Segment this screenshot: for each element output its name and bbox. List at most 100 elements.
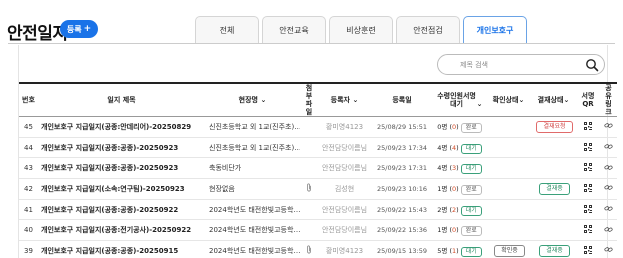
row-title[interactable]: 개인보호구 지급일지(공종:공종)-20250923 <box>38 157 205 180</box>
row-qr[interactable] <box>576 240 600 258</box>
row-count-value: 4명 <box>437 164 448 173</box>
row-title[interactable]: 개인보호구 지급일지(공종:안데리어)-20250829 <box>38 116 205 138</box>
row-qr[interactable] <box>576 137 600 159</box>
row-qr[interactable] <box>576 157 600 180</box>
row-count: 0명 (0) 완료 <box>433 116 486 138</box>
col-share-label: 공유링크 <box>605 84 612 116</box>
search-placeholder: 제목 검색 <box>460 61 488 69</box>
col-approval-label: 결재상태 <box>537 96 564 104</box>
row-share[interactable] <box>600 199 617 221</box>
row-registrant: 안전담당이름님 <box>318 219 371 242</box>
search-icon[interactable] <box>585 58 599 72</box>
col-attach: 첨부파일 <box>300 82 318 117</box>
row-share[interactable] <box>600 178 617 200</box>
row-qr[interactable] <box>576 199 600 221</box>
link-icon[interactable] <box>604 164 613 171</box>
row-wait-count: 0 <box>452 184 457 193</box>
link-icon[interactable] <box>604 184 613 191</box>
table-row[interactable]: 42 개인보호구 지급일지(소속:연구팀)-20250923 현장없음 김성현 25/0… <box>19 178 617 200</box>
tab-safety-inspection[interactable]: 안전점검 <box>396 16 460 43</box>
row-place: 2024학년도 태전한빛고등학… <box>205 240 300 258</box>
row-wait-count: 3 <box>452 164 457 173</box>
table-row[interactable]: 45 개인보호구 지급일지(공종:안데리어)-20250829 신진초등학교 외 1… <box>19 116 617 138</box>
link-icon[interactable] <box>604 122 613 129</box>
col-attach-label: 첨부파일 <box>305 84 313 116</box>
row-count: 5명 (1) 대기 <box>433 240 486 258</box>
tab-emergency-drill[interactable]: 비상훈련 <box>329 16 393 43</box>
row-share[interactable] <box>600 157 617 180</box>
search-input[interactable]: 제목 검색 <box>437 54 605 75</box>
row-approval: 결재중 <box>531 178 576 200</box>
table-row[interactable]: 44 개인보호구 지급일지(공종:공종)-20250923 신진초등학교 외 1교(… <box>19 137 617 159</box>
qr-code-icon[interactable] <box>584 142 592 151</box>
qr-code-icon[interactable] <box>584 121 592 130</box>
paperclip-icon[interactable] <box>306 183 312 192</box>
row-title[interactable]: 개인보호구 지급일지(소속:연구팀)-20250923 <box>38 178 205 200</box>
qr-code-icon[interactable] <box>584 204 592 213</box>
row-share[interactable] <box>600 219 617 242</box>
qr-code-icon[interactable] <box>584 225 592 234</box>
qr-code-icon[interactable] <box>584 245 592 254</box>
qr-code-icon[interactable] <box>584 183 592 192</box>
row-place: 축동비단가 <box>205 157 300 180</box>
row-registrant: 황미영4123 <box>318 240 371 258</box>
row-qr[interactable] <box>576 116 600 138</box>
row-approval <box>531 219 576 242</box>
col-confirm[interactable]: 확인상태⌄ <box>486 82 531 117</box>
col-registrant[interactable]: 등록자 ⌄ <box>318 82 371 117</box>
paperclip-icon[interactable] <box>306 245 312 254</box>
row-date: 25/09/22 15:43 <box>371 199 433 221</box>
row-share[interactable] <box>600 116 617 138</box>
row-share[interactable] <box>600 240 617 258</box>
row-qr[interactable] <box>576 178 600 200</box>
col-count-label: 수령인원서명대기 <box>437 92 476 108</box>
row-date: 25/09/15 13:59 <box>371 240 433 258</box>
row-place: 2024학년도 태전한빛고등학… <box>205 219 300 242</box>
row-confirm <box>486 219 531 242</box>
tab-safety-education[interactable]: 안전교육 <box>262 16 326 43</box>
col-share: 공유링크 <box>600 82 617 117</box>
row-qr[interactable] <box>576 219 600 242</box>
qr-code-icon[interactable] <box>584 163 592 172</box>
row-share[interactable] <box>600 137 617 159</box>
row-no: 42 <box>19 178 38 200</box>
col-title: 일지 제목 <box>38 82 205 117</box>
tab-all[interactable]: 전체 <box>195 16 259 43</box>
tab-ppe[interactable]: 개인보호구 <box>463 16 527 43</box>
row-attach <box>300 137 318 159</box>
link-icon[interactable] <box>604 226 613 233</box>
row-place: 신진초등학교 외 1교(진주초)… <box>205 116 300 138</box>
row-registrant: 김성현 <box>318 178 371 200</box>
row-title[interactable]: 개인보호구 지급일지(공종:전기공사)-20250922 <box>38 219 205 242</box>
col-registrant-label: 등록자 <box>330 96 350 104</box>
col-place[interactable]: 현장명 ⌄ <box>205 82 300 117</box>
row-approval <box>531 157 576 180</box>
chevron-down-icon: ⌄ <box>260 96 267 104</box>
row-count-value: 1명 <box>437 226 448 235</box>
register-button[interactable]: 등록 + <box>60 20 98 38</box>
row-count: 4명 (4) 대기 <box>433 137 486 159</box>
row-no: 44 <box>19 137 38 159</box>
table-row[interactable]: 39 개인보호구 지급일지(공종:공종)-20250915 2024학년도 태전한빛… <box>19 240 617 258</box>
col-approval[interactable]: 결재상태⌄ <box>531 82 576 117</box>
link-icon[interactable] <box>604 205 613 212</box>
row-no: 45 <box>19 116 38 138</box>
row-attach[interactable] <box>300 240 318 258</box>
row-approval: 결재중 <box>531 240 576 258</box>
row-attach[interactable] <box>300 178 318 200</box>
table-row[interactable]: 41 개인보호구 지급일지(공종:공종)-20250922 2024학년도 태전한빛… <box>19 199 617 221</box>
link-icon[interactable] <box>604 246 613 253</box>
link-icon[interactable] <box>604 143 613 150</box>
chevron-down-icon: ⌄ <box>476 100 483 108</box>
approval-badge[interactable]: 결재중 <box>539 244 570 257</box>
row-wait-count: 2 <box>452 205 457 214</box>
row-title[interactable]: 개인보호구 지급일지(공종:공종)-20250915 <box>38 240 205 258</box>
row-date: 25/08/29 15:51 <box>371 116 433 138</box>
approval-badge[interactable]: 결재중 <box>539 182 570 195</box>
col-count[interactable]: 수령인원서명대기 ⌄ <box>433 82 486 117</box>
table-row[interactable]: 40 개인보호구 지급일지(공종:전기공사)-20250922 2024학년도 태전… <box>19 219 617 242</box>
row-title[interactable]: 개인보호구 지급일지(공종:공종)-20250922 <box>38 199 205 221</box>
approval-badge[interactable]: 결재요청 <box>536 120 573 133</box>
table-row[interactable]: 43 개인보호구 지급일지(공종:공종)-20250923 축동비단가 안전담당이름님… <box>19 157 617 180</box>
row-title[interactable]: 개인보호구 지급일지(공종:공종)-20250923 <box>38 137 205 159</box>
